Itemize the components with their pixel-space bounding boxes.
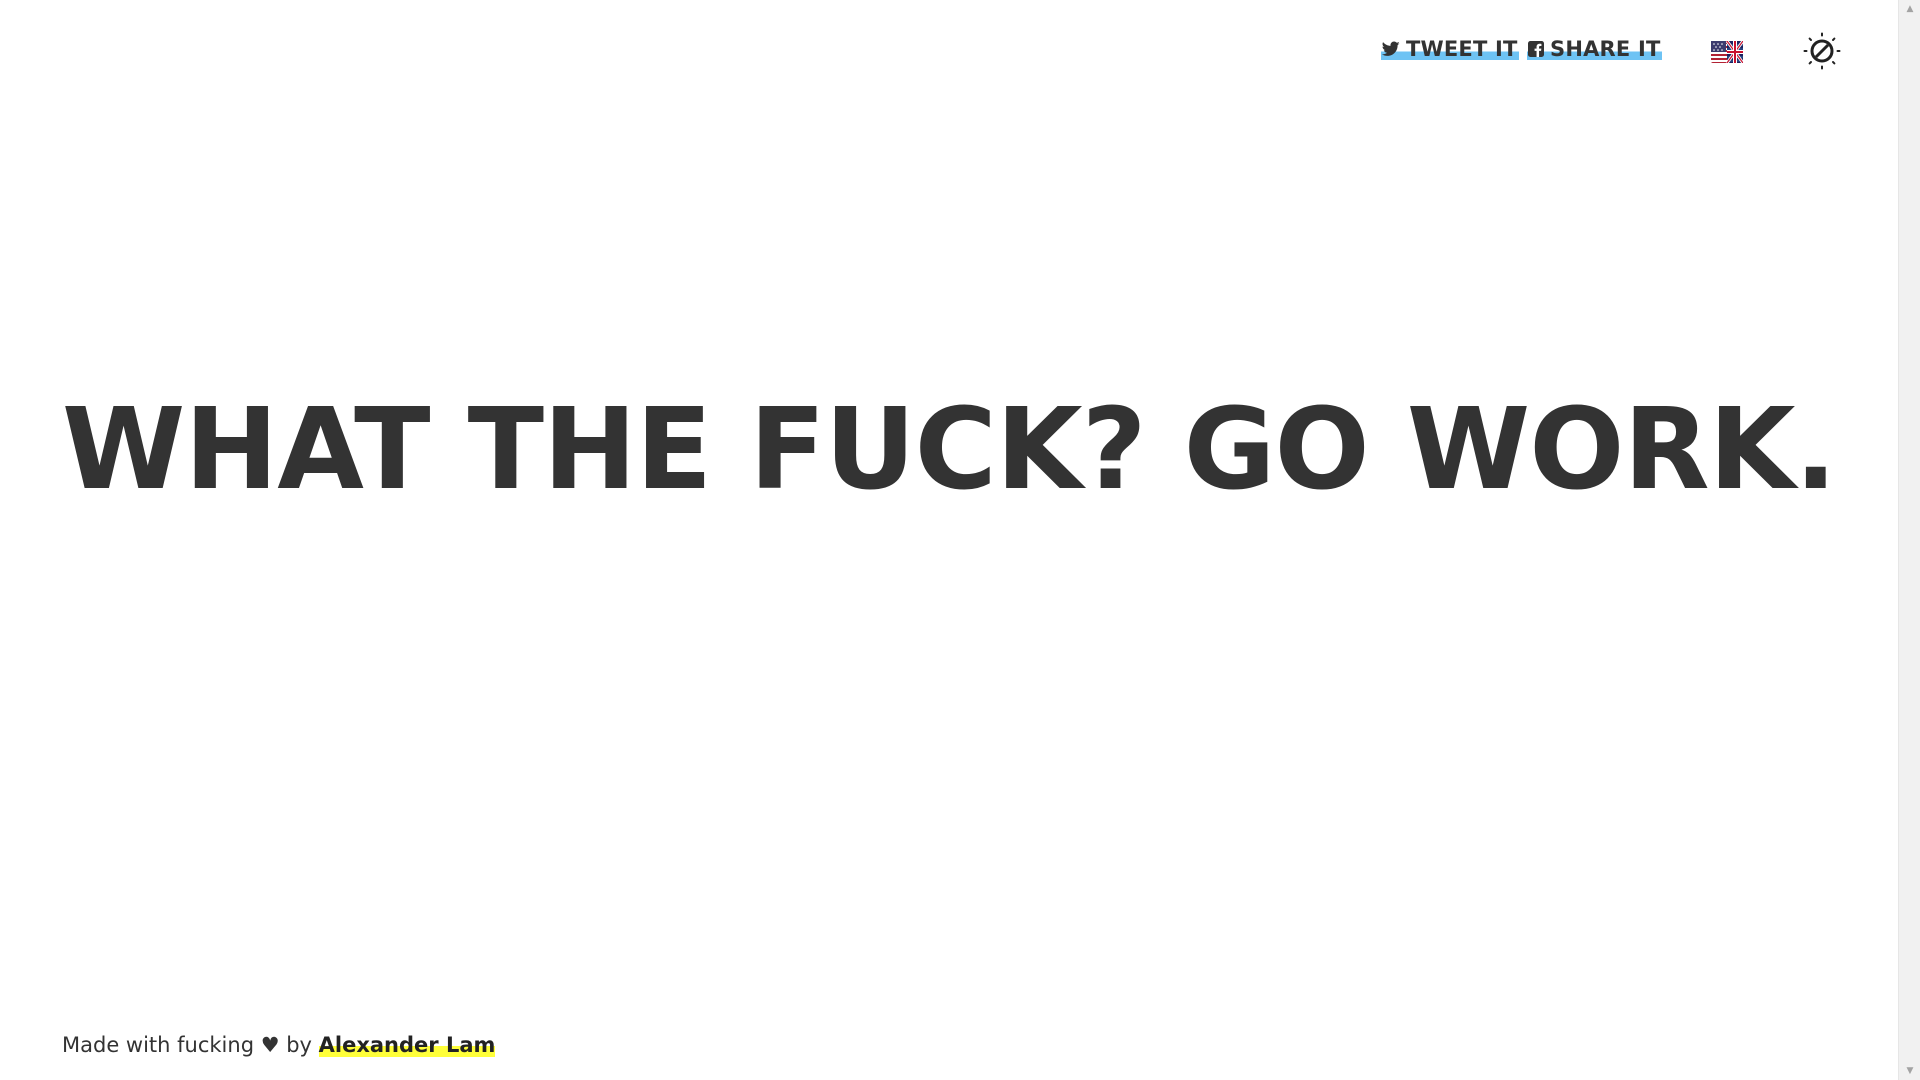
share-it-link[interactable]: SHARE IT xyxy=(1527,38,1662,60)
author-link[interactable]: Alexander Lam xyxy=(318,1033,496,1057)
page: TWEET IT SHARE IT WHAT THE FUCK? GO WORK… xyxy=(0,0,1898,1080)
share-it-label: SHARE IT xyxy=(1550,37,1661,61)
top-navigation: TWEET IT SHARE IT xyxy=(0,24,1898,80)
tweet-it-label: TWEET IT xyxy=(1406,37,1518,61)
main-content: WHAT THE FUCK? GO WORK. xyxy=(0,385,1898,515)
vertical-scrollbar[interactable]: ▲ ▼ xyxy=(1898,0,1920,1080)
theme-toggle-icon[interactable] xyxy=(1803,32,1841,70)
footer-credit-text: Made with fucking ♥ by xyxy=(62,1033,319,1057)
twitter-icon xyxy=(1382,41,1400,57)
scroll-down-arrow-icon[interactable]: ▼ xyxy=(1899,1062,1920,1080)
facebook-icon xyxy=(1528,41,1544,57)
language-flag-icon[interactable] xyxy=(1711,40,1745,64)
tweet-it-link[interactable]: TWEET IT xyxy=(1381,38,1519,60)
scroll-up-arrow-icon[interactable]: ▲ xyxy=(1899,0,1920,18)
headline: WHAT THE FUCK? GO WORK. xyxy=(61,385,1837,515)
footer: Made with fucking ♥ by Alexander Lam xyxy=(62,1033,496,1057)
